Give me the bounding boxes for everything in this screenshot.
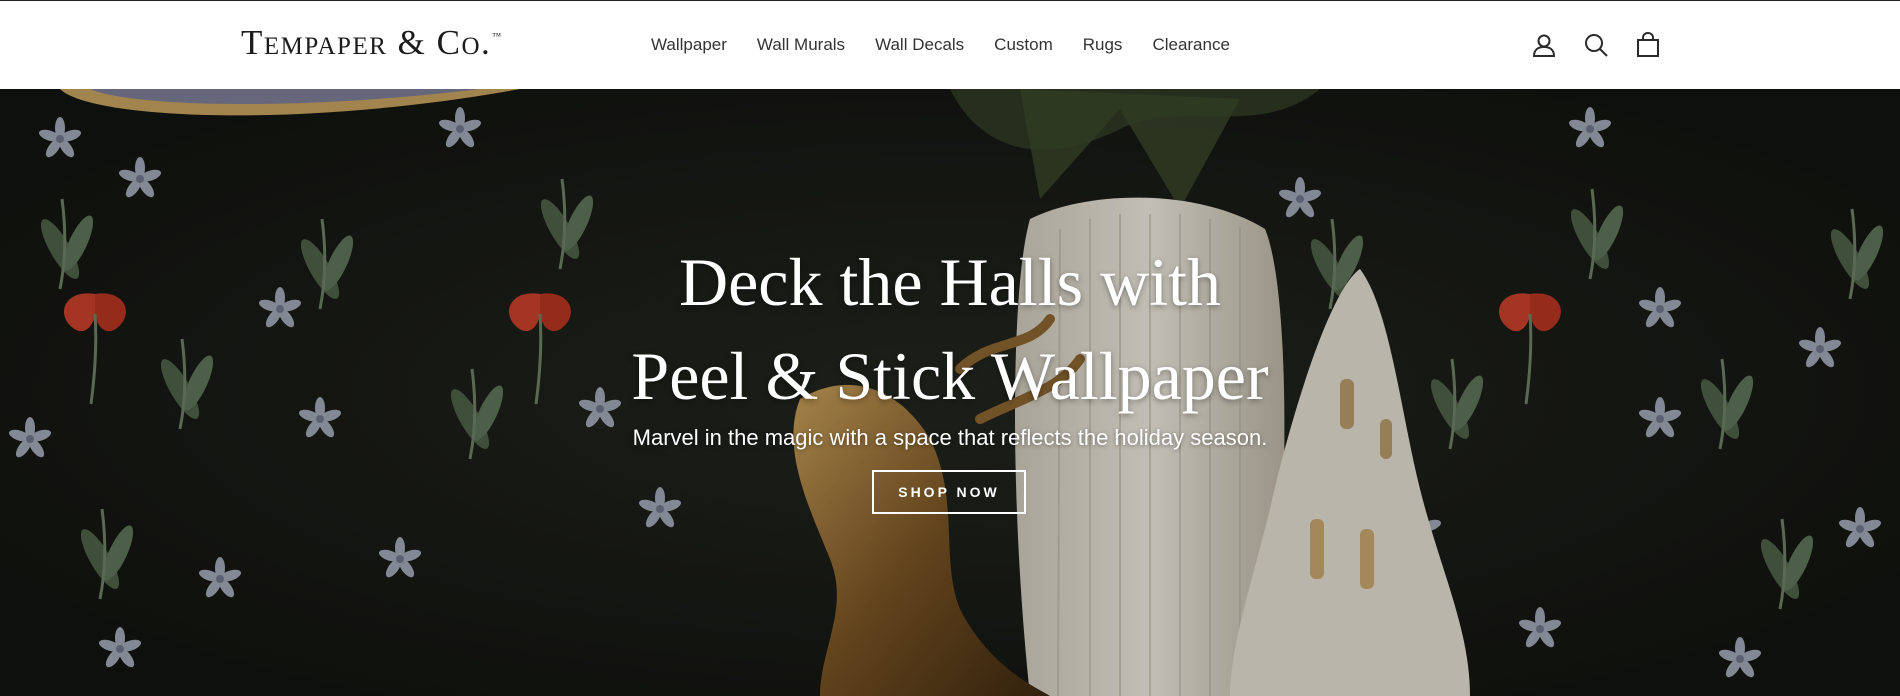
nav-item-clearance[interactable]: Clearance [1152,35,1230,55]
nav-item-wall-murals[interactable]: Wall Murals [757,35,845,55]
brand-logo[interactable]: Tempaper & Co. ™ [241,23,503,67]
hero-title-line-1: Deck the Halls with [679,244,1221,320]
nav-item-wallpaper[interactable]: Wallpaper [651,35,727,55]
nav-item-wall-decals[interactable]: Wall Decals [875,35,964,55]
shop-now-button[interactable]: SHOP NOW [872,470,1026,514]
account-icon[interactable] [1530,31,1558,59]
search-icon[interactable] [1582,31,1610,59]
hero-banner: Deck the Halls with Peel & Stick Wallpap… [0,89,1900,696]
cart-icon[interactable] [1634,31,1662,59]
site-header: Tempaper & Co. ™ Wallpaper Wall Murals W… [0,1,1900,89]
hero-title-line-2: Peel & Stick Wallpaper [631,338,1269,414]
nav-item-custom[interactable]: Custom [994,35,1053,55]
brand-name: Tempaper & Co. [241,23,492,62]
main-nav: Wallpaper Wall Murals Wall Decals Custom… [651,34,1230,56]
nav-item-rugs[interactable]: Rugs [1083,35,1123,55]
brand-trademark: ™ [492,31,503,41]
hero-subtitle: Marvel in the magic with a space that re… [632,425,1268,450]
